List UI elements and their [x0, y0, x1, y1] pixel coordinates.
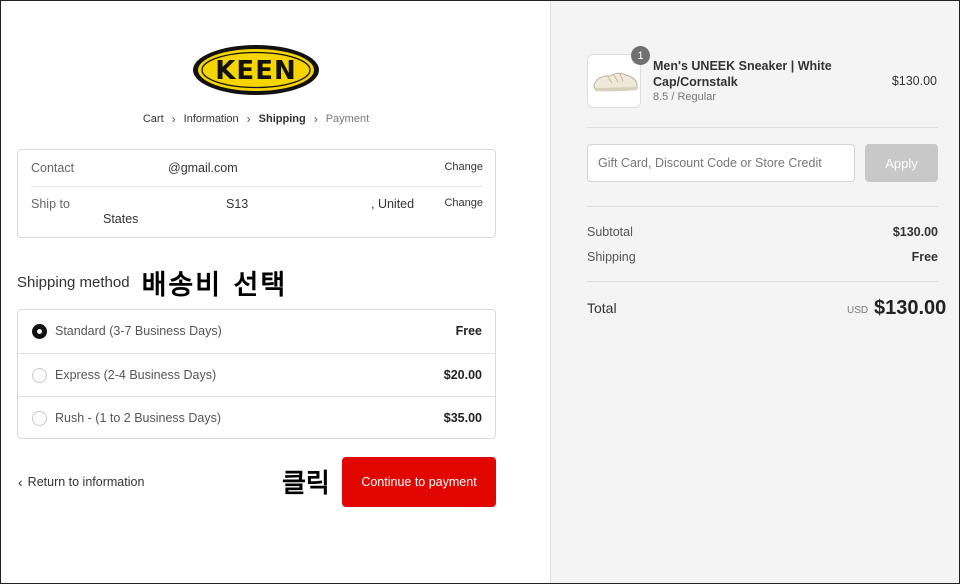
breadcrumb-cart[interactable]: Cart: [143, 113, 164, 125]
total-label: Total: [587, 300, 617, 316]
breadcrumb-payment: Payment: [325, 113, 370, 125]
shipping-value: Free: [911, 250, 938, 264]
divider: [31, 186, 482, 187]
radio-unselected[interactable]: [32, 411, 47, 426]
return-to-information-link[interactable]: ‹ Return to information: [18, 474, 144, 490]
total-value: $130.00: [874, 297, 947, 319]
chevron-right-icon: ›: [246, 112, 251, 126]
review-box: Contact @gmail.com Change Ship to S13 , …: [17, 149, 496, 238]
contact-label: Contact: [31, 161, 75, 175]
checkout-main: KEEN Cart › Information › Shipping › Pay…: [1, 1, 550, 583]
divider: [587, 127, 938, 128]
product-name: Men's UNEEK Sneaker | White Cap/Cornstal…: [653, 59, 832, 89]
apply-button[interactable]: Apply: [865, 144, 938, 182]
ship-to-address-part: S13: [226, 197, 249, 211]
ship-to-row: Ship to S13 , United States Change: [31, 197, 483, 231]
chevron-left-icon: ‹: [18, 474, 23, 490]
product-price: $130.00: [891, 74, 937, 88]
shipping-label: Shipping: [587, 250, 636, 264]
change-ship-to-link[interactable]: Change: [444, 197, 483, 209]
shipping-option-standard[interactable]: Standard (3-7 Business Days) Free: [18, 310, 495, 353]
product-variant: 8.5 / Regular: [653, 91, 716, 103]
ship-to-label: Ship to: [31, 197, 70, 211]
contact-row: Contact @gmail.com Change: [31, 161, 483, 181]
subtotal-label: Subtotal: [587, 225, 633, 239]
shipping-methods-list: Standard (3-7 Business Days) Free Expres…: [17, 309, 496, 439]
quantity-badge: 1: [631, 46, 650, 65]
shipping-option-price: Free: [455, 324, 482, 338]
contact-value: @gmail.com: [168, 161, 238, 175]
shipping-option-express[interactable]: Express (2-4 Business Days) $20.00: [18, 353, 495, 396]
keen-logo[interactable]: KEEN: [191, 43, 321, 97]
change-contact-link[interactable]: Change: [444, 161, 483, 173]
ship-to-country-part: , United: [371, 197, 415, 211]
radio-unselected[interactable]: [32, 368, 47, 383]
breadcrumb-information[interactable]: Information: [184, 113, 239, 125]
chevron-right-icon: ›: [171, 112, 176, 126]
order-summary: 1 Men's UNEEK Sneaker | White Cap/Cornst…: [550, 1, 959, 583]
shipping-option-label: Standard (3-7 Business Days): [55, 324, 222, 338]
total-currency: USD: [847, 305, 869, 316]
subtotal-value: $130.00: [892, 225, 938, 239]
discount-code-input[interactable]: [587, 144, 855, 182]
logo-text: KEEN: [215, 56, 296, 86]
shipping-option-price: $35.00: [443, 411, 482, 425]
divider: [587, 281, 938, 282]
breadcrumb-shipping: Shipping: [258, 113, 306, 125]
return-label: Return to information: [27, 475, 145, 489]
shipping-option-label: Express (2-4 Business Days): [55, 368, 217, 382]
radio-selected[interactable]: [32, 324, 47, 339]
shipping-option-label: Rush - (1 to 2 Business Days): [55, 411, 222, 425]
chevron-right-icon: ›: [313, 112, 318, 126]
annotation-select-shipping: 배송비 선택: [141, 270, 288, 301]
shipping-option-price: $20.00: [443, 368, 482, 382]
ship-to-country-line: States: [103, 212, 139, 226]
breadcrumb: Cart › Information › Shipping › Payment: [1, 112, 511, 126]
shipping-method-header: Shipping method 배송비 선택: [17, 263, 287, 302]
continue-to-payment-button[interactable]: Continue to payment: [342, 457, 496, 507]
annotation-click: 클릭: [282, 469, 330, 499]
shipping-option-rush[interactable]: Rush - (1 to 2 Business Days) $35.00: [18, 396, 495, 439]
divider: [587, 206, 938, 207]
shipping-method-title: Shipping method: [17, 274, 130, 291]
